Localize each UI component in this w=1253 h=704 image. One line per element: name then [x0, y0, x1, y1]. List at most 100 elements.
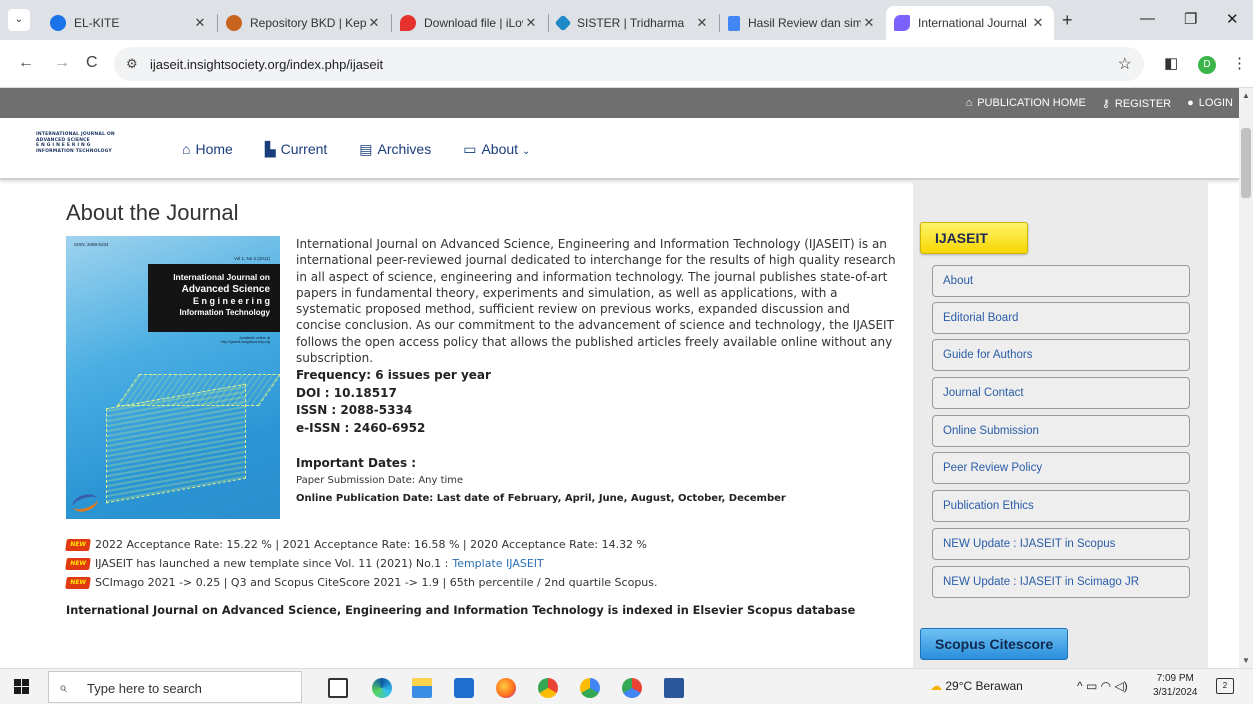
site-top-bar: ⌂ PUBLICATION HOME ⚷ REGISTER ● LOGIN — [0, 88, 1239, 118]
tab-close-icon[interactable]: ✕ — [861, 15, 877, 31]
scopus-citescore-header: Scopus Citescore — [920, 628, 1068, 660]
cloud-sun-icon: ☁ — [930, 679, 942, 693]
file-explorer-icon[interactable] — [412, 678, 432, 698]
firefox-icon[interactable] — [496, 678, 516, 698]
taskbar-search-input[interactable]: ⌕ Type here to search — [48, 671, 302, 703]
archive-icon: ▤ — [359, 141, 373, 157]
chevron-down-icon: ⌄ — [521, 146, 531, 157]
word-icon[interactable] — [664, 678, 684, 698]
publisher-logo-icon — [70, 491, 100, 515]
user-icon: ● — [1187, 97, 1194, 109]
browser-menu-icon[interactable]: ⋮ — [1232, 54, 1247, 72]
tab-title: International Journal — [918, 16, 1027, 30]
register-link[interactable]: ⚷ REGISTER — [1102, 97, 1171, 110]
key-icon: ⚷ — [1101, 98, 1110, 110]
nav-current[interactable]: ▙ Current — [265, 141, 327, 158]
profile-avatar[interactable]: D — [1198, 56, 1216, 74]
sidebar-item-scimago-update[interactable]: NEW Update : IJASEIT in Scimago JR — [932, 566, 1190, 598]
chrome-profile-icon[interactable] — [580, 678, 600, 698]
tab-title: Hasil Review dan sim — [748, 16, 861, 30]
new-tab-button[interactable]: + — [1062, 10, 1073, 31]
restore-button[interactable]: ❐ — [1184, 10, 1197, 28]
chrome-icon[interactable] — [538, 678, 558, 698]
chevron-up-icon: ^ — [1077, 679, 1083, 693]
sidebar-item-about[interactable]: About — [932, 265, 1190, 297]
journal-description: International Journal on Advanced Scienc… — [296, 237, 896, 366]
journal-facts: Frequency: 6 issues per year DOI : 10.18… — [296, 368, 491, 435]
system-clock[interactable]: 7:09 PM 3/31/2024 — [1153, 672, 1198, 700]
tab-title: Repository BKD | Kep — [250, 16, 366, 30]
sidebar-item-peer-review-policy[interactable]: Peer Review Policy — [932, 452, 1190, 484]
forward-icon[interactable]: → — [54, 54, 70, 72]
url-text[interactable]: ijaseit.insightsociety.org/index.php/ija… — [150, 57, 383, 72]
reload-icon[interactable]: C — [86, 54, 98, 72]
browser-toolbar: ← → C ⚙ ijaseit.insightsociety.org/index… — [0, 40, 1253, 88]
template-link[interactable]: Template IJASEIT — [452, 557, 543, 570]
close-window-button[interactable]: ✕ — [1226, 10, 1239, 28]
login-link[interactable]: ● LOGIN — [1187, 97, 1233, 110]
side-panel-icon[interactable]: ◧ — [1164, 54, 1178, 72]
site-info-icon[interactable]: ⚙ — [126, 56, 138, 72]
browser-tab[interactable]: Download file | iLovel ✕ — [392, 6, 547, 40]
wifi-icon: ◠ — [1100, 679, 1112, 693]
tab-favicon-icon — [554, 14, 572, 32]
sidebar-item-guide-for-authors[interactable]: Guide for Authors — [932, 339, 1190, 371]
news-item: NEW SCImago 2021 -> 0.25 | Q3 and Scopus… — [65, 576, 658, 589]
edge-icon[interactable] — [372, 678, 392, 698]
browser-tab[interactable]: Repository BKD | Kep ✕ — [218, 6, 390, 40]
tab-search-button[interactable]: ⌄ — [8, 9, 30, 31]
important-dates-heading: Important Dates : — [296, 456, 417, 470]
institution-icon: ⌂ — [965, 97, 973, 109]
news-item: NEW 2022 Acceptance Rate: 15.22 % | 2021… — [65, 538, 647, 551]
tab-close-icon[interactable]: ✕ — [192, 15, 208, 31]
chrome-active-icon[interactable] — [622, 678, 642, 698]
tab-close-icon[interactable]: ✕ — [1030, 15, 1046, 31]
journal-logo[interactable]: INTERNATIONAL JOURNAL ON ADVANCED SCIENC… — [36, 132, 116, 154]
tab-favicon-icon — [50, 15, 66, 31]
scroll-thumb[interactable] — [1241, 128, 1251, 198]
site-header: INTERNATIONAL JOURNAL ON ADVANCED SCIENC… — [0, 118, 1239, 180]
main-nav: ⌂ Home ▙ Current ▤ Archives ▭ About ⌄ — [182, 141, 530, 158]
back-icon[interactable]: ← — [18, 54, 34, 72]
tray-icons[interactable]: ^ ▭ ◠ ◁) — [1077, 679, 1128, 693]
tab-close-icon[interactable]: ✕ — [523, 15, 539, 31]
tab-close-icon[interactable]: ✕ — [694, 15, 710, 31]
browser-tab[interactable]: SISTER | Tridharma ✕ — [549, 6, 718, 40]
tab-title: EL-KITE — [74, 16, 120, 30]
journal-cover-image: ISSN: 2088-5334 Vol 1, No 2 (2011) Inter… — [66, 236, 280, 519]
nav-home[interactable]: ⌂ Home — [182, 141, 233, 158]
weather-widget[interactable]: ☁ 29°C Berawan — [930, 679, 1023, 693]
page-scrollbar[interactable]: ▲ ▼ — [1239, 88, 1253, 668]
bookmark-star-icon[interactable]: ☆ — [1118, 54, 1132, 74]
tab-favicon-icon — [226, 15, 242, 31]
windows-start-icon[interactable] — [14, 679, 29, 694]
nav-archives[interactable]: ▤ Archives — [359, 141, 431, 158]
sidebar-header-ijaseit: IJASEIT — [920, 222, 1028, 254]
mail-icon[interactable] — [454, 678, 474, 698]
home-icon: ⌂ — [182, 141, 191, 157]
paper-submission-date: Paper Submission Date: Any time — [296, 475, 464, 486]
scroll-up-icon[interactable]: ▲ — [1242, 91, 1250, 100]
publication-home-link[interactable]: ⌂ PUBLICATION HOME — [966, 97, 1086, 110]
browser-tab-active[interactable]: International Journal ✕ — [886, 6, 1054, 40]
battery-icon: ▭ — [1085, 679, 1098, 693]
nav-about[interactable]: ▭ About ⌄ — [463, 141, 530, 158]
sidebar-item-publication-ethics[interactable]: Publication Ethics — [932, 490, 1190, 522]
tab-favicon-icon — [400, 15, 416, 31]
browser-tab[interactable]: EL-KITE ✕ — [42, 6, 216, 40]
tab-title: SISTER | Tridharma — [577, 16, 685, 30]
sidebar-item-journal-contact[interactable]: Journal Contact — [932, 377, 1190, 409]
sidebar-item-editorial-board[interactable]: Editorial Board — [932, 302, 1190, 334]
monitor-icon: ▭ — [463, 141, 477, 157]
notification-icon[interactable]: 2 — [1216, 678, 1234, 694]
tab-close-icon[interactable]: ✕ — [366, 15, 382, 31]
browser-tab[interactable]: Hasil Review dan sim ✕ — [720, 6, 885, 40]
address-bar[interactable]: ⚙ ijaseit.insightsociety.org/index.php/i… — [114, 47, 1144, 81]
minimize-button[interactable]: — — [1140, 10, 1155, 27]
scroll-down-icon[interactable]: ▼ — [1242, 656, 1250, 665]
browser-tab-strip: ⌄ EL-KITE ✕ Repository BKD | Kep ✕ Downl… — [0, 0, 1253, 40]
sidebar-item-scopus-update[interactable]: NEW Update : IJASEIT in Scopus — [932, 528, 1190, 560]
sidebar-item-online-submission[interactable]: Online Submission — [932, 415, 1190, 447]
new-badge-icon: NEW — [65, 576, 91, 589]
task-view-icon[interactable] — [328, 678, 348, 698]
